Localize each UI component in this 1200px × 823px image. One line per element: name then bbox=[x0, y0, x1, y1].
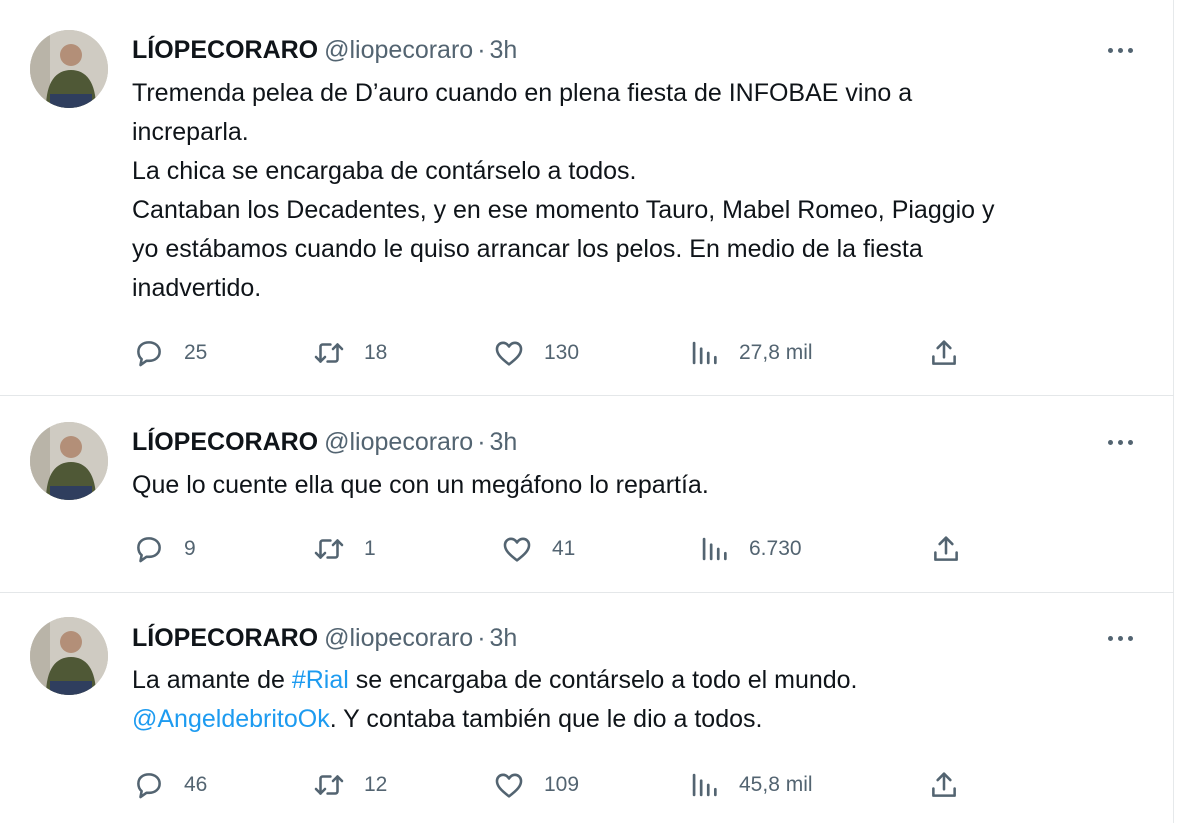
retweet-icon bbox=[314, 539, 344, 559]
text-line: yo estábamos cuando le quiso arrancar lo… bbox=[132, 235, 923, 263]
share-icon bbox=[932, 340, 956, 365]
author-handle[interactable]: @liopecoraro bbox=[324, 428, 473, 456]
reply-button[interactable]: 9 bbox=[132, 529, 196, 569]
reply-count: 46 bbox=[184, 773, 208, 796]
reply-icon bbox=[137, 537, 161, 563]
heart-icon bbox=[503, 537, 531, 562]
tweet-text: Que lo cuente ella que con un megáfono l… bbox=[132, 466, 1142, 505]
text-line: La chica se encargaba de contárselo a to… bbox=[132, 157, 637, 185]
tweet-header: LÍOPECORARO @liopecoraro · 3h bbox=[132, 34, 517, 66]
text-line: Que lo cuente ella que con un megáfono l… bbox=[132, 471, 709, 499]
views-count: 45,8 mil bbox=[739, 773, 813, 796]
views-count: 6.730 bbox=[749, 537, 802, 560]
text-line: inadvertido. bbox=[132, 274, 262, 302]
retweet-button[interactable]: 18 bbox=[312, 333, 387, 373]
share-icon bbox=[932, 772, 956, 797]
views-icon bbox=[692, 773, 717, 797]
more-icon bbox=[1107, 47, 1113, 53]
avatar[interactable] bbox=[30, 30, 108, 108]
retweet-count: 18 bbox=[364, 341, 388, 364]
like-button[interactable]: 130 bbox=[492, 333, 579, 373]
like-count: 130 bbox=[544, 341, 580, 364]
text-line: Tremenda pelea de D’auro cuando en plena… bbox=[132, 79, 913, 107]
author-name[interactable]: LÍOPECORARO bbox=[132, 624, 318, 652]
like-count: 109 bbox=[544, 773, 580, 796]
separator-dot: · bbox=[477, 428, 486, 456]
tweet-text: La amante de #Rial se encargaba de contá… bbox=[132, 661, 1142, 739]
text-segment: . Y contaba también que le dio a todos. bbox=[329, 705, 763, 733]
reply-icon bbox=[137, 341, 161, 367]
hashtag-link[interactable]: #Rial bbox=[292, 666, 349, 694]
mention-link[interactable]: @AngeldebritoOk bbox=[132, 705, 330, 733]
action-bar: 9 1 41 6.730 bbox=[132, 529, 1142, 569]
text-segment: La amante de bbox=[132, 666, 292, 694]
tweet[interactable]: LÍOPECORARO @liopecoraro · 3h La amante de … bbox=[0, 593, 1174, 823]
timestamp[interactable]: 3h bbox=[490, 36, 518, 64]
text-line: Cantaban los Decadentes, y en ese moment… bbox=[132, 196, 995, 224]
heart-icon bbox=[495, 341, 523, 366]
avatar[interactable] bbox=[30, 617, 108, 695]
separator-dot: · bbox=[477, 624, 486, 652]
tweet-text: Tremenda pelea de D’auro cuando en plena… bbox=[132, 74, 1142, 308]
share-icon bbox=[934, 536, 958, 561]
reply-button[interactable]: 46 bbox=[132, 765, 207, 805]
views-button[interactable]: 27,8 mil bbox=[687, 333, 813, 373]
views-icon bbox=[692, 341, 717, 365]
separator-dot: · bbox=[477, 36, 486, 64]
reply-icon bbox=[137, 773, 161, 799]
more-button[interactable] bbox=[1098, 34, 1142, 66]
text-line: @AngeldebritoOk. Y contaba también que l… bbox=[132, 700, 1142, 739]
text-segment: se encargaba de contárselo a todo el mun… bbox=[348, 666, 858, 694]
more-button[interactable] bbox=[1098, 426, 1142, 458]
retweet-count: 1 bbox=[364, 537, 376, 560]
views-button[interactable]: 6.730 bbox=[697, 529, 802, 569]
avatar-image bbox=[30, 30, 108, 108]
views-icon bbox=[702, 537, 727, 561]
like-count: 41 bbox=[552, 537, 576, 560]
timestamp[interactable]: 3h bbox=[490, 428, 518, 456]
retweet-icon bbox=[314, 775, 344, 795]
more-icon bbox=[1107, 635, 1113, 641]
action-bar: 25 18 130 27,8 mil bbox=[132, 333, 1142, 373]
reply-count: 9 bbox=[184, 537, 196, 560]
share-button[interactable] bbox=[927, 765, 961, 805]
avatar-image bbox=[30, 617, 108, 695]
retweet-button[interactable]: 12 bbox=[312, 765, 387, 805]
tweet-header: LÍOPECORARO @liopecoraro · 3h bbox=[132, 426, 517, 458]
tweet-header: LÍOPECORARO @liopecoraro · 3h bbox=[132, 622, 517, 654]
text-line: La amante de #Rial se encargaba de contá… bbox=[132, 661, 1142, 700]
avatar-image bbox=[30, 422, 108, 500]
retweet-button[interactable]: 1 bbox=[312, 529, 376, 569]
timestamp[interactable]: 3h bbox=[490, 624, 518, 652]
more-icon bbox=[1107, 439, 1113, 445]
tweet[interactable]: LÍOPECORARO @liopecoraro · 3h Que lo cuente… bbox=[0, 396, 1174, 592]
action-bar: 46 12 109 45,8 mil bbox=[132, 765, 1142, 805]
share-button[interactable] bbox=[927, 333, 961, 373]
text-line: increparla. bbox=[132, 118, 249, 146]
retweet-count: 12 bbox=[364, 773, 388, 796]
tweet[interactable]: LÍOPECORARO @liopecoraro · 3h Tremenda pele… bbox=[0, 0, 1174, 395]
author-name[interactable]: LÍOPECORARO bbox=[132, 36, 318, 64]
views-count: 27,8 mil bbox=[739, 341, 813, 364]
like-button[interactable]: 109 bbox=[492, 765, 579, 805]
reply-button[interactable]: 25 bbox=[132, 333, 207, 373]
share-button[interactable] bbox=[929, 529, 963, 569]
more-button[interactable] bbox=[1098, 622, 1142, 654]
author-handle[interactable]: @liopecoraro bbox=[324, 36, 473, 64]
views-button[interactable]: 45,8 mil bbox=[687, 765, 813, 805]
avatar[interactable] bbox=[30, 422, 108, 500]
author-handle[interactable]: @liopecoraro bbox=[324, 624, 473, 652]
retweet-icon bbox=[314, 343, 344, 363]
like-button[interactable]: 41 bbox=[500, 529, 575, 569]
reply-count: 25 bbox=[184, 341, 208, 364]
heart-icon bbox=[495, 773, 523, 798]
author-name[interactable]: LÍOPECORARO bbox=[132, 428, 318, 456]
